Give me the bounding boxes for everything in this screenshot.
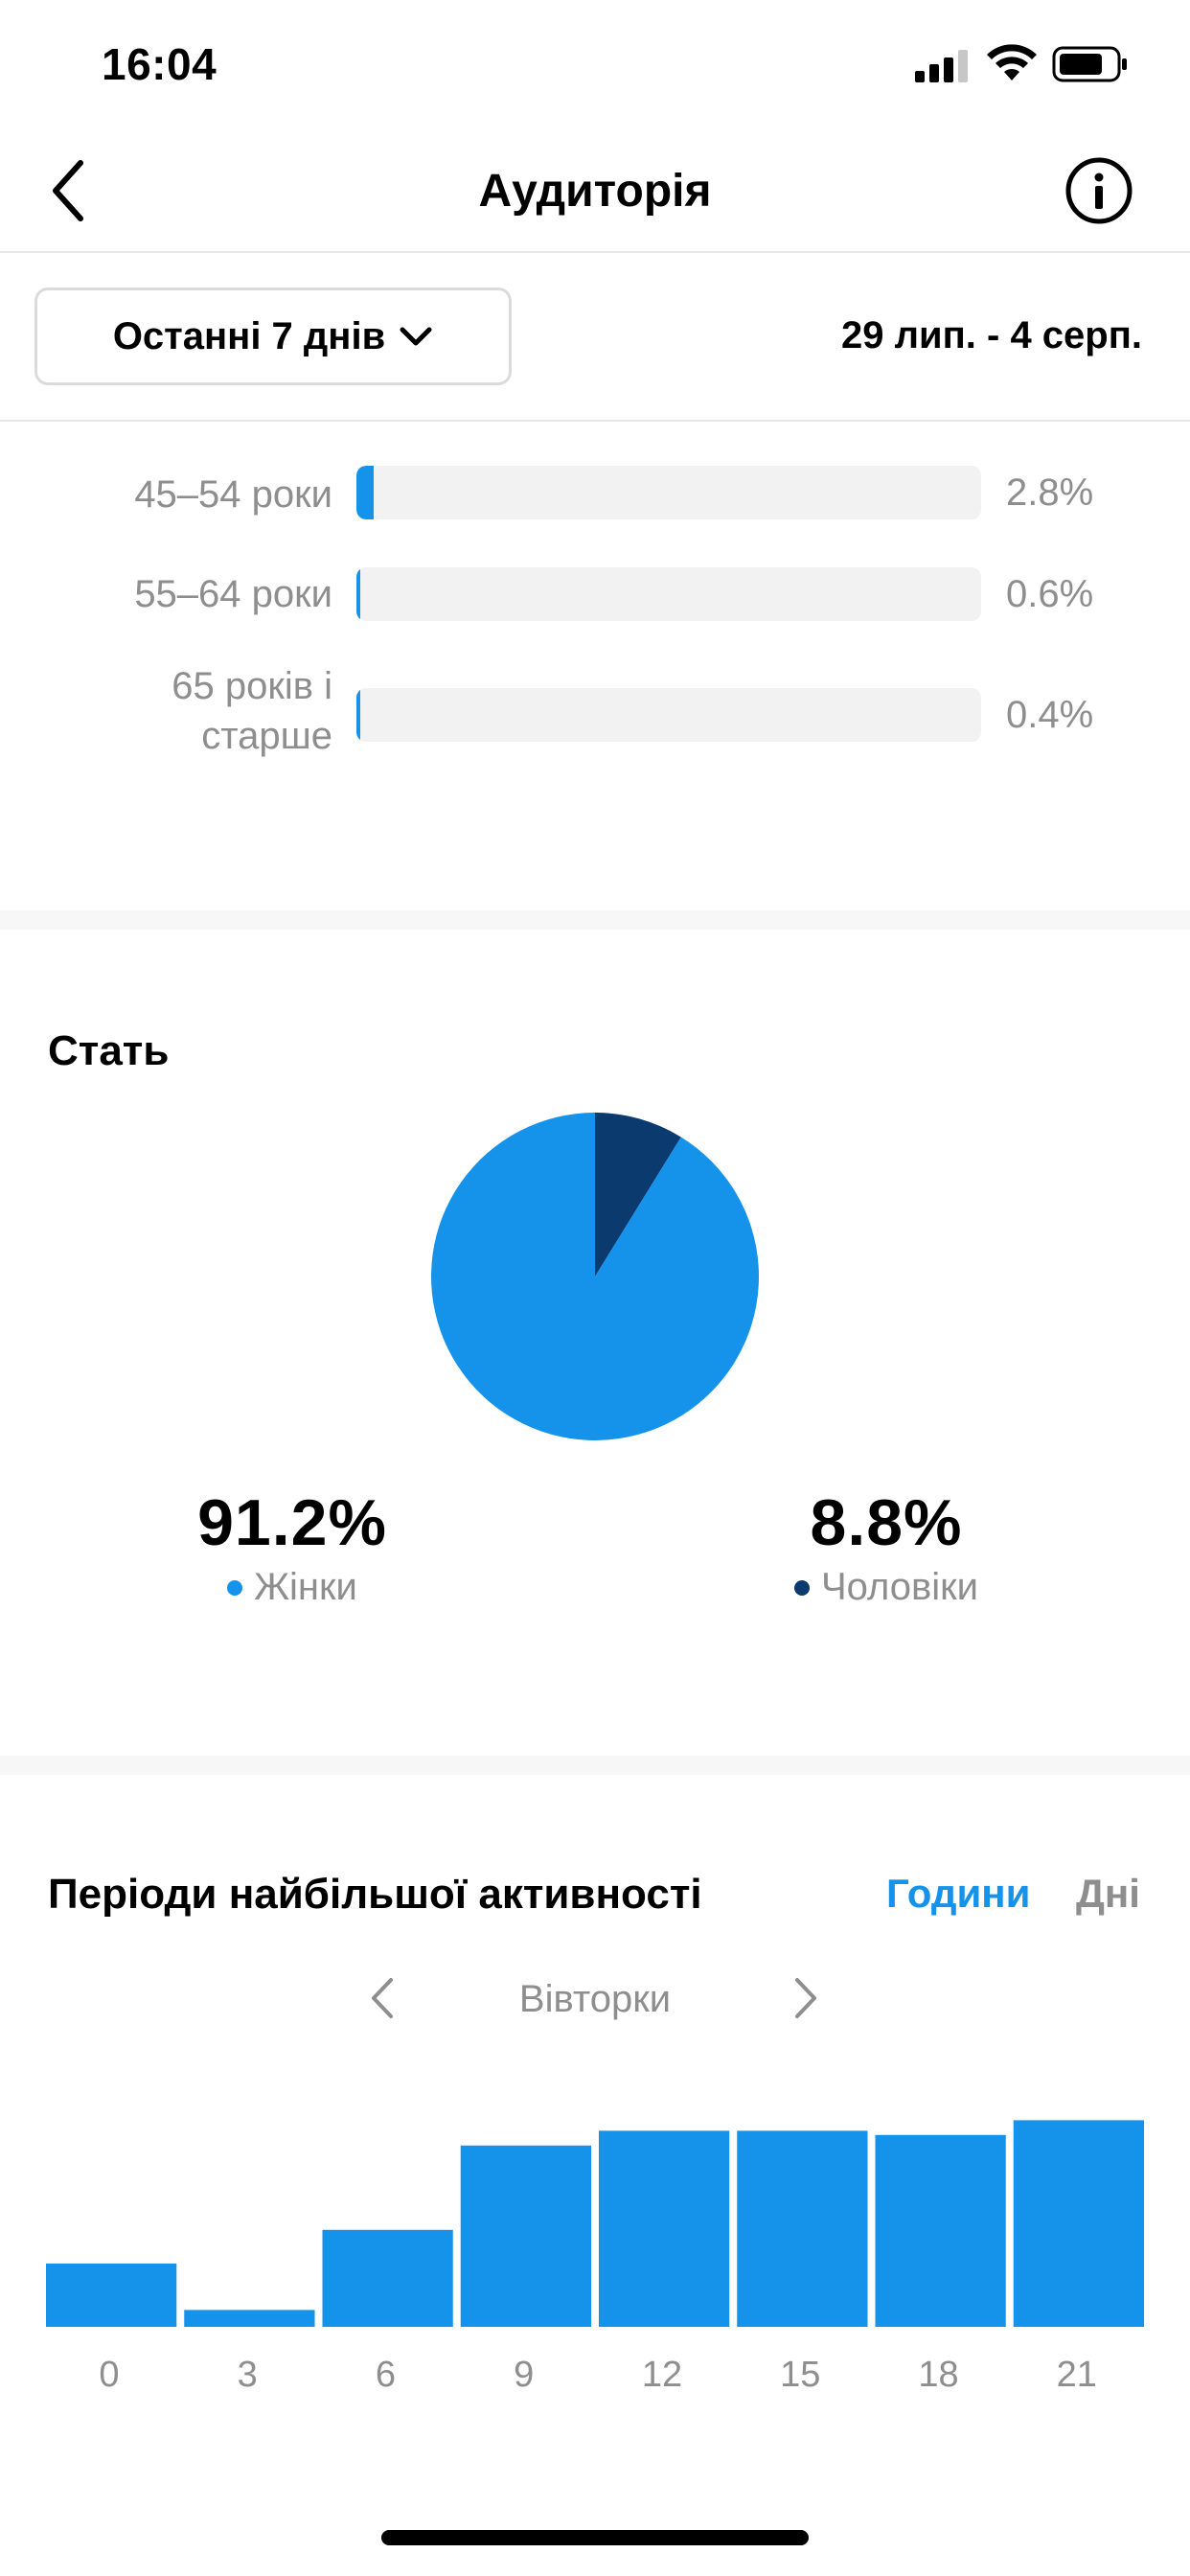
status-bar: 16:04 bbox=[0, 0, 1190, 134]
x-tick-label: 6 bbox=[376, 2355, 396, 2395]
battery-icon bbox=[1052, 46, 1127, 82]
age-value: 2.8% bbox=[1006, 472, 1094, 514]
section-divider bbox=[0, 910, 1190, 930]
x-tick-label: 15 bbox=[780, 2355, 820, 2395]
cellular-signal-icon bbox=[915, 50, 968, 82]
age-value: 0.4% bbox=[1006, 694, 1094, 736]
home-indicator bbox=[381, 2530, 809, 2545]
gender-title: Стать bbox=[48, 1027, 170, 1074]
x-tick-label: 3 bbox=[238, 2355, 258, 2395]
tab-days[interactable]: Дні bbox=[1076, 1871, 1140, 1917]
activity-bar bbox=[460, 2145, 591, 2327]
gender-section: Стать 91.2% Жінки 8.8% Чоловіки bbox=[0, 930, 1190, 1756]
men-legend: Чоловіки bbox=[747, 1566, 1025, 1609]
chevron-right-icon[interactable] bbox=[791, 1974, 820, 2022]
filter-row: Останні 7 днів 29 лип. - 4 серп. bbox=[0, 255, 1190, 422]
men-percentage: 8.8% bbox=[810, 1486, 963, 1559]
day-label: Вівторки bbox=[518, 1978, 672, 2020]
men-dot-icon bbox=[793, 1579, 810, 1596]
period-dropdown[interactable]: Останні 7 днів bbox=[34, 288, 512, 385]
activity-title: Періоди найбільшої активності bbox=[48, 1871, 702, 1918]
period-label: Останні 7 днів bbox=[112, 314, 386, 357]
age-label: 45–54 роки bbox=[134, 473, 332, 516]
activity-bar-chart: 0 3 6 9 12 15 18 21 bbox=[46, 2120, 1144, 2395]
women-label: Жінки bbox=[254, 1566, 357, 1608]
gender-pie-chart bbox=[431, 1113, 759, 1440]
activity-bar bbox=[599, 2130, 730, 2327]
age-breakdown: 45–54 роки 2.8% 55–64 роки 0.6% 65 років… bbox=[0, 424, 1190, 910]
activity-section: Періоди найбільшої активності Години Дні… bbox=[0, 1775, 1190, 2576]
men-label: Чоловіки bbox=[820, 1566, 979, 1608]
age-bar-track bbox=[356, 688, 981, 742]
x-tick-label: 12 bbox=[642, 2355, 682, 2395]
women-legend: Жінки bbox=[144, 1566, 441, 1609]
age-bar-fill bbox=[356, 466, 375, 519]
women-dot-icon bbox=[227, 1579, 243, 1596]
activity-bar bbox=[46, 2264, 177, 2327]
men-stat: 8.8% Чоловіки bbox=[747, 1485, 1025, 1609]
page-title: Аудиторія bbox=[478, 166, 712, 217]
date-range: 29 лип. - 4 серп. bbox=[841, 314, 1142, 356]
activity-bar bbox=[875, 2134, 1006, 2327]
x-tick-label: 0 bbox=[99, 2355, 119, 2395]
age-value: 0.6% bbox=[1006, 573, 1094, 615]
age-bar-track bbox=[356, 567, 981, 621]
age-bar-fill bbox=[356, 688, 360, 742]
navigation-bar: Аудиторія bbox=[0, 134, 1190, 253]
info-icon[interactable] bbox=[1064, 155, 1134, 226]
x-tick-label: 18 bbox=[918, 2355, 958, 2395]
activity-bar bbox=[737, 2130, 868, 2327]
status-time: 16:04 bbox=[102, 39, 217, 89]
women-stat: 91.2% Жінки bbox=[144, 1485, 441, 1609]
tab-hours[interactable]: Години bbox=[886, 1871, 1031, 1917]
activity-bar bbox=[184, 2310, 315, 2327]
wifi-icon bbox=[987, 44, 1037, 80]
section-divider bbox=[0, 1756, 1190, 1775]
pie-slice-women bbox=[431, 1113, 759, 1440]
activity-bar bbox=[1013, 2120, 1144, 2327]
x-tick-label: 9 bbox=[514, 2355, 534, 2395]
age-bar-fill bbox=[356, 567, 360, 621]
age-bar-track bbox=[356, 466, 981, 519]
women-percentage: 91.2% bbox=[197, 1486, 387, 1559]
age-label: 65 років і старше bbox=[172, 665, 332, 757]
day-selector: Вівторки bbox=[0, 1966, 1190, 2043]
age-label: 55–64 роки bbox=[134, 573, 332, 615]
activity-bar bbox=[322, 2229, 453, 2327]
chevron-down-icon bbox=[400, 327, 432, 346]
x-tick-label: 21 bbox=[1057, 2355, 1097, 2395]
